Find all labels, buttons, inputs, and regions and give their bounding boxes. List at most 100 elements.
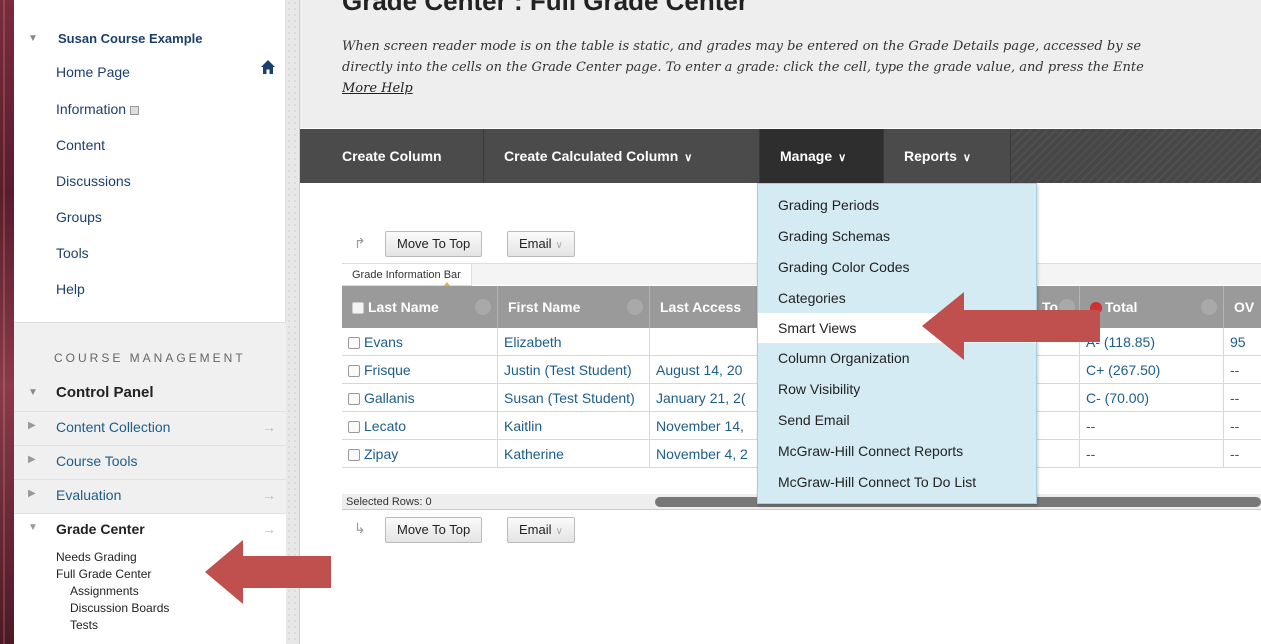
arrow-right-icon[interactable]: → [262,419,276,435]
collapse-triangle-icon[interactable]: ▼ [28,33,38,44]
menu-item-send-email[interactable]: Send Email [758,405,1036,435]
chevron-down-icon[interactable]: ∨ [838,152,846,164]
chevron-down-icon[interactable]: ∨ [556,526,563,537]
manage-label[interactable]: Manage [780,148,832,164]
sidebar-item-information[interactable]: Information [56,101,140,117]
manage-button[interactable]: Manage ∨ [760,129,884,183]
email-label[interactable]: Email [519,236,552,251]
control-panel-header[interactable]: ▼ Control Panel [14,383,286,407]
create-column-button[interactable]: Create Column [300,129,484,183]
menu-item-mcgraw-hill-connect-to-do-list[interactable]: McGraw-Hill Connect To Do List [758,467,1036,497]
column-header-first-name[interactable]: First Name [498,286,650,328]
cell-last-name[interactable]: Evans [342,328,498,356]
row-checkbox[interactable] [348,337,360,350]
cell-last-name[interactable]: Zipay [342,440,498,468]
email-button[interactable]: Email ∨ [507,231,575,257]
cell-total[interactable]: C+ (267.50) [1080,356,1224,384]
cell-last-name[interactable]: Gallanis [342,384,498,412]
create-calculated-column-label[interactable]: Create Calculated Column [504,148,678,164]
cell-text[interactable]: Frisque [364,362,411,378]
sidebar-item-content[interactable]: Content [56,137,105,153]
create-calculated-column-button[interactable]: Create Calculated Column ∨ [484,129,760,183]
cell-first-name[interactable]: Katherine [498,440,650,468]
email-label[interactable]: Email [519,522,552,537]
row-checkbox[interactable] [348,393,360,406]
cell-first-name[interactable]: Susan (Test Student) [498,384,650,412]
column-header-label[interactable]: Last Access [660,299,741,315]
cell-ov[interactable]: -- [1224,440,1261,468]
cell-total[interactable]: C- (70.00) [1080,384,1224,412]
cm-item-evaluation[interactable]: ▶ Evaluation → [14,479,286,511]
cell-first-name[interactable]: Kaitlin [498,412,650,440]
course-menu-header[interactable]: ▼ Susan Course Example [14,28,286,74]
sidebar-item-groups[interactable]: Groups [56,209,102,225]
cm-item-label[interactable]: Evaluation [56,487,121,503]
grade-center-full-grade-center[interactable]: Full Grade Center [56,567,151,581]
grade-center-assignments[interactable]: Assignments [70,584,139,598]
sidebar-item-label[interactable]: Information [56,101,126,117]
collapse-triangle-icon[interactable]: ▼ [28,387,38,398]
column-header-ov[interactable]: OV [1224,286,1261,328]
create-column-label[interactable]: Create Column [320,148,442,164]
cell-text[interactable]: Zipay [364,446,398,462]
grade-center-tests[interactable]: Tests [70,618,98,632]
cell-total[interactable]: -- [1080,440,1224,468]
chevron-down-icon[interactable]: ∨ [684,152,692,164]
cell-last-name[interactable]: Frisque [342,356,498,384]
cm-item-label[interactable]: Course Tools [56,453,137,469]
column-header-label[interactable]: Last Name [368,299,439,315]
menu-item-grading-color-codes[interactable]: Grading Color Codes [758,252,1036,282]
move-to-top-button[interactable]: Move To Top [385,231,483,257]
menu-item-mcgraw-hill-connect-reports[interactable]: McGraw-Hill Connect Reports [758,436,1036,466]
cell-first-name[interactable]: Justin (Test Student) [498,356,650,384]
row-checkbox[interactable] [348,449,360,462]
grade-center-needs-grading[interactable]: Needs Grading [56,550,137,564]
more-help-link[interactable]: More Help [342,81,413,96]
move-to-top-button[interactable]: Move To Top [385,517,483,543]
cell-ov[interactable]: -- [1224,356,1261,384]
column-menu-icon[interactable] [475,299,491,315]
cell-total[interactable]: -- [1080,412,1224,440]
cell-text[interactable]: Lecato [364,418,406,434]
column-menu-icon[interactable] [627,299,643,315]
control-panel-label[interactable]: Control Panel [56,384,154,401]
home-icon[interactable] [260,59,276,75]
row-checkbox[interactable] [348,421,360,434]
sidebar-item-discussions[interactable]: Discussions [56,173,131,189]
menu-item-grading-periods[interactable]: Grading Periods [758,190,1036,220]
cm-item-course-tools[interactable]: ▶ Course Tools [14,445,286,477]
cell-last-name[interactable]: Lecato [342,412,498,440]
menu-item-row-visibility[interactable]: Row Visibility [758,374,1036,404]
chevron-down-icon[interactable]: ∨ [963,152,971,164]
course-title[interactable]: Susan Course Example [58,31,203,46]
grade-center-label[interactable]: Grade Center [56,521,145,537]
column-menu-icon[interactable] [1201,299,1217,315]
column-header-last-name[interactable]: Last Name [342,286,498,328]
column-header-label[interactable]: OV [1234,299,1254,315]
email-button[interactable]: Email ∨ [507,517,575,543]
sidebar-item-home-page[interactable]: Home Page [56,64,130,80]
row-checkbox[interactable] [348,365,360,378]
column-header-label[interactable]: First Name [508,299,580,315]
grade-center-discussion-boards[interactable]: Discussion Boards [70,601,169,615]
cell-ov[interactable]: 95 [1224,328,1261,356]
cm-item-content-collection[interactable]: ▶ Content Collection → [14,411,286,443]
cell-first-name[interactable]: Elizabeth [498,328,650,356]
arrow-right-icon[interactable]: → [262,487,276,503]
arrow-right-icon[interactable]: → [262,521,276,537]
sidebar-item-tools[interactable]: Tools [56,245,89,261]
cell-ov[interactable]: -- [1224,384,1261,412]
cell-text[interactable]: Evans [364,334,403,350]
column-header-label[interactable]: Total [1105,299,1137,315]
cell-text[interactable]: Gallanis [364,390,415,406]
sidebar-item-help[interactable]: Help [56,281,85,297]
expand-triangle-icon[interactable]: ▶ [28,454,36,465]
reports-button[interactable]: Reports ∨ [884,129,1011,183]
collapse-triangle-icon[interactable]: ▼ [28,522,38,533]
cell-ov[interactable]: -- [1224,412,1261,440]
menu-item-grading-schemas[interactable]: Grading Schemas [758,221,1036,251]
cm-item-label[interactable]: Content Collection [56,419,170,435]
grade-information-bar-tab[interactable]: Grade Information Bar [342,264,472,286]
expand-triangle-icon[interactable]: ▶ [28,420,36,431]
reports-label[interactable]: Reports [904,148,957,164]
